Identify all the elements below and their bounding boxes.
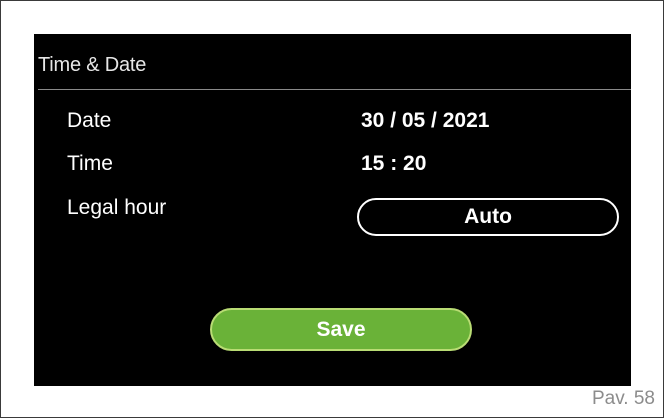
legal-hour-value: Auto <box>464 205 512 228</box>
device-screen: Time & Date Date 30 / 05 / 2021 Time 15 … <box>34 34 631 386</box>
legal-hour-label: Legal hour <box>67 196 167 219</box>
legal-hour-selector[interactable]: Auto <box>357 198 619 236</box>
title-divider <box>38 89 631 90</box>
time-label: Time <box>67 152 113 175</box>
save-button[interactable]: Save <box>210 308 472 351</box>
page-title: Time & Date <box>38 54 147 76</box>
time-value[interactable]: 15 : 20 <box>361 152 426 176</box>
save-button-label: Save <box>316 317 366 341</box>
manual-page-frame: Time & Date Date 30 / 05 / 2021 Time 15 … <box>0 0 664 418</box>
page-number: Pav. 58 <box>591 388 655 409</box>
date-value[interactable]: 30 / 05 / 2021 <box>361 109 489 133</box>
date-label: Date <box>67 109 112 132</box>
